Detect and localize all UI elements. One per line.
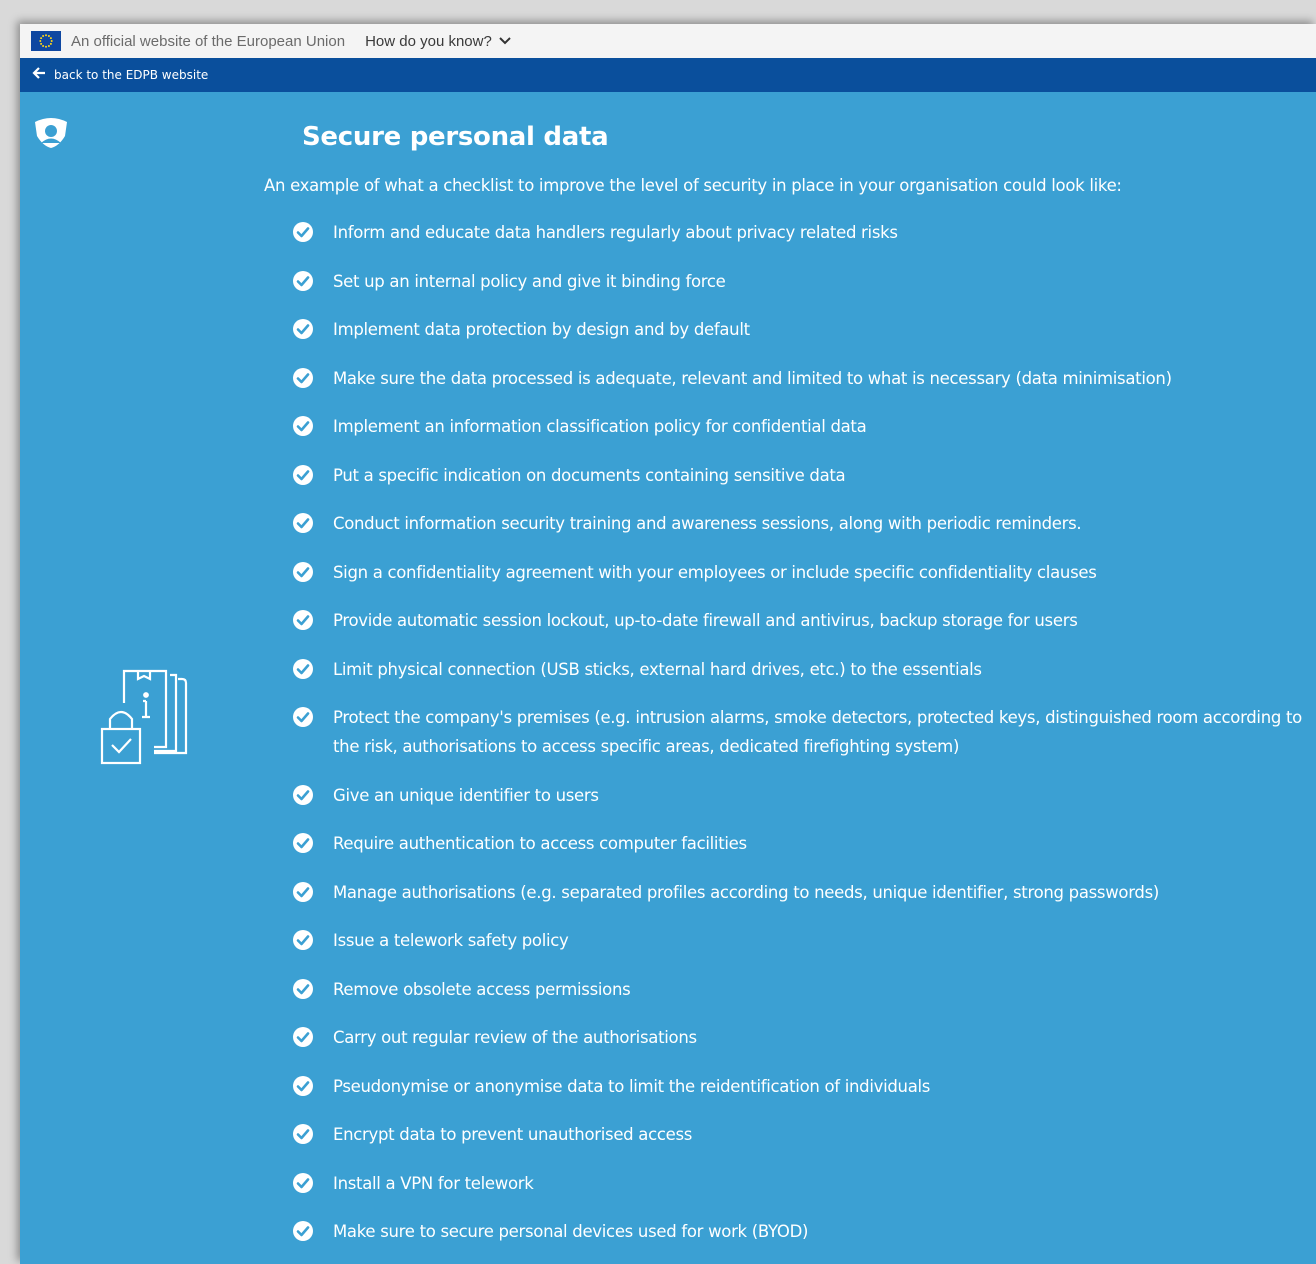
checklist-item: Make sure the data processed is adequate… — [292, 364, 1316, 393]
checklist-item: Set up an internal policy and give it bi… — [292, 267, 1316, 296]
checklist-item-text: Manage authorisations (e.g. separated pr… — [333, 882, 1160, 902]
check-circle-icon — [292, 609, 314, 631]
check-circle-icon — [292, 561, 314, 583]
checklist-item-text: Inform and educate data handlers regular… — [333, 223, 898, 242]
checklist-item: Inform and educate data handlers regular… — [292, 218, 1316, 247]
check-circle-icon — [292, 658, 314, 680]
checklist-item-text: Protect the company's premises (e.g. int… — [333, 708, 1302, 756]
eu-flag-icon — [31, 31, 61, 51]
check-circle-icon — [292, 512, 314, 534]
check-circle-icon — [292, 881, 314, 903]
check-circle-icon — [292, 784, 314, 806]
checklist-item: Conduct information security training an… — [292, 509, 1316, 538]
how-do-you-know-label: How do you know? — [365, 32, 492, 50]
eu-official-banner: An official website of the European Unio… — [20, 24, 1316, 58]
checklist-item: Require authentication to access compute… — [292, 829, 1316, 858]
checklist-item-text: Sign a confidentiality agreement with yo… — [333, 562, 1097, 582]
checklist-item: Remove obsolete access permissions — [292, 975, 1316, 1004]
check-circle-icon — [292, 270, 314, 292]
checklist-item-text: Install a VPN for telework — [333, 1173, 534, 1193]
check-circle-icon — [292, 415, 314, 437]
checklist-item: Implement data protection by design and … — [292, 315, 1316, 344]
checklist-item: Pseudonymise or anonymise data to limit … — [292, 1072, 1316, 1101]
checklist-item: Give an unique identifier to users — [292, 781, 1316, 810]
intro-text: An example of what a checklist to improv… — [264, 176, 1122, 195]
check-circle-icon — [292, 367, 314, 389]
chevron-down-icon — [498, 33, 512, 50]
check-circle-icon — [292, 221, 314, 243]
checklist-item-text: Limit physical connection (USB sticks, e… — [333, 659, 982, 679]
check-circle-icon — [292, 978, 314, 1000]
checklist-item: Protect the company's premises (e.g. int… — [292, 703, 1316, 761]
checklist-item-text: Set up an internal policy and give it bi… — [333, 271, 726, 291]
checklist-item-text: Give an unique identifier to users — [333, 785, 599, 805]
check-circle-icon — [292, 929, 314, 951]
checklist-item: Issue a telework safety policy — [292, 926, 1316, 955]
check-circle-icon — [292, 1123, 314, 1145]
browser-viewport: An official website of the European Unio… — [20, 24, 1316, 1264]
security-checklist: Inform and educate data handlers regular… — [292, 218, 1316, 1264]
checklist-item-text: Provide automatic session lockout, up-to… — [333, 611, 1078, 630]
eu-official-text: An official website of the European Unio… — [71, 32, 346, 50]
checklist-item-text: Carry out regular review of the authoris… — [333, 1028, 697, 1047]
checklist-item: Encrypt data to prevent unauthorised acc… — [292, 1120, 1316, 1149]
shield-logo-icon[interactable] — [31, 116, 71, 150]
checklist-item: Put a specific indication on documents c… — [292, 461, 1316, 490]
checklist-item-text: Implement data protection by design and … — [333, 320, 750, 339]
checklist-item-text: Implement an information classification … — [333, 417, 867, 436]
back-to-edpb-link[interactable]: back to the EDPB website — [32, 67, 208, 83]
check-circle-icon — [292, 464, 314, 486]
checklist-item: Manage authorisations (e.g. separated pr… — [292, 878, 1316, 907]
checklist-item-text: Put a specific indication on documents c… — [333, 465, 846, 485]
checklist-item-text: Conduct information security training an… — [333, 514, 1082, 533]
how-do-you-know-toggle[interactable]: How do you know? — [365, 33, 512, 50]
checklist-item: Make sure to secure personal devices use… — [292, 1217, 1316, 1246]
back-navigation-bar: back to the EDPB website — [20, 58, 1316, 92]
check-circle-icon — [292, 1172, 314, 1194]
checklist-item-text: Issue a telework safety policy — [333, 931, 569, 950]
checklist-item: Install a VPN for telework — [292, 1169, 1316, 1198]
check-circle-icon — [292, 318, 314, 340]
document-lock-info-icon — [98, 667, 198, 767]
check-circle-icon — [292, 832, 314, 854]
checklist-item-text: Make sure the data processed is adequate… — [333, 368, 1172, 388]
check-circle-icon — [292, 1220, 314, 1242]
page-title: Secure personal data — [302, 122, 609, 152]
checklist-item: Implement an information classification … — [292, 412, 1316, 441]
checklist-item-text: Require authentication to access compute… — [333, 834, 747, 853]
arrow-left-icon — [32, 67, 46, 83]
checklist-item: Carry out regular review of the authoris… — [292, 1023, 1316, 1052]
check-circle-icon — [292, 1026, 314, 1048]
checklist-item: Limit physical connection (USB sticks, e… — [292, 655, 1316, 684]
check-circle-icon — [292, 706, 314, 728]
checklist-item: Sign a confidentiality agreement with yo… — [292, 558, 1316, 587]
check-circle-icon — [292, 1075, 314, 1097]
checklist-item: Provide automatic session lockout, up-to… — [292, 606, 1316, 635]
checklist-item-text: Make sure to secure personal devices use… — [333, 1222, 809, 1241]
checklist-item-text: Encrypt data to prevent unauthorised acc… — [333, 1125, 693, 1144]
checklist-item-text: Pseudonymise or anonymise data to limit … — [333, 1076, 931, 1096]
back-link-label: back to the EDPB website — [54, 68, 209, 82]
checklist-item-text: Remove obsolete access permissions — [333, 979, 631, 999]
